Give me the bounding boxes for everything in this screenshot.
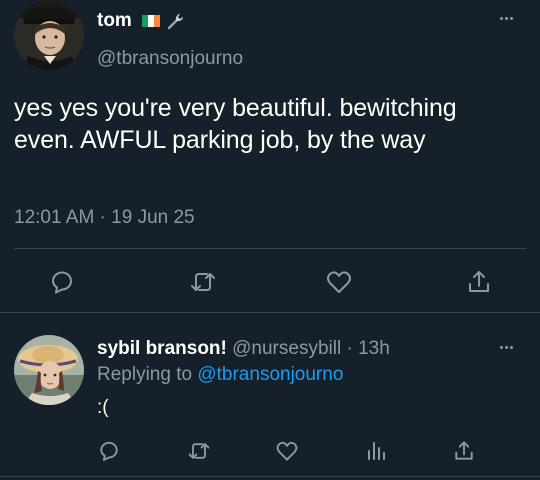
reply-icon[interactable]: [97, 439, 121, 463]
replying-to-line: Replying to @tbransonjourno: [97, 364, 343, 386]
reply-icon[interactable]: [48, 268, 76, 296]
avatar[interactable]: [14, 0, 84, 70]
divider: [14, 248, 526, 249]
reply-time[interactable]: 13h: [358, 338, 390, 359]
main-tweet[interactable]: tom @tbransonjourno yes yes you're very …: [0, 0, 540, 312]
retweet-icon[interactable]: [188, 268, 218, 296]
display-name[interactable]: tom: [97, 10, 132, 32]
share-icon[interactable]: [465, 268, 493, 296]
divider: [0, 312, 540, 313]
like-icon[interactable]: [275, 439, 299, 463]
avatar[interactable]: [14, 335, 84, 405]
mention-link[interactable]: @tbransonjourno: [197, 364, 343, 385]
like-icon[interactable]: [325, 268, 353, 296]
wrench-icon: [167, 14, 183, 30]
author-handle[interactable]: @tbransonjourno: [97, 48, 243, 70]
reply-author-row[interactable]: sybil branson! @nursesybill · 13h: [97, 338, 390, 360]
replying-to-label: Replying to: [97, 364, 198, 385]
tweet-timestamp[interactable]: 12:01 AM · 19 Jun 25: [14, 207, 195, 229]
display-name[interactable]: sybil branson!: [97, 338, 227, 359]
more-options-icon[interactable]: [500, 346, 513, 349]
reply-text: :(: [97, 397, 109, 418]
separator: ·: [341, 338, 359, 359]
retweet-icon[interactable]: [186, 439, 212, 463]
divider: [0, 476, 540, 477]
share-icon[interactable]: [452, 439, 476, 463]
tweet-text: yes yes you're very beautiful. bewitchin…: [14, 94, 457, 154]
tweet-thread: tom @tbransonjourno yes yes you're very …: [0, 0, 540, 480]
ireland-flag-icon: [141, 15, 160, 27]
author-name-row[interactable]: tom: [97, 10, 186, 32]
analytics-icon[interactable]: [364, 439, 388, 463]
author-handle[interactable]: @nursesybill: [232, 338, 341, 359]
more-options-icon[interactable]: [500, 17, 513, 20]
